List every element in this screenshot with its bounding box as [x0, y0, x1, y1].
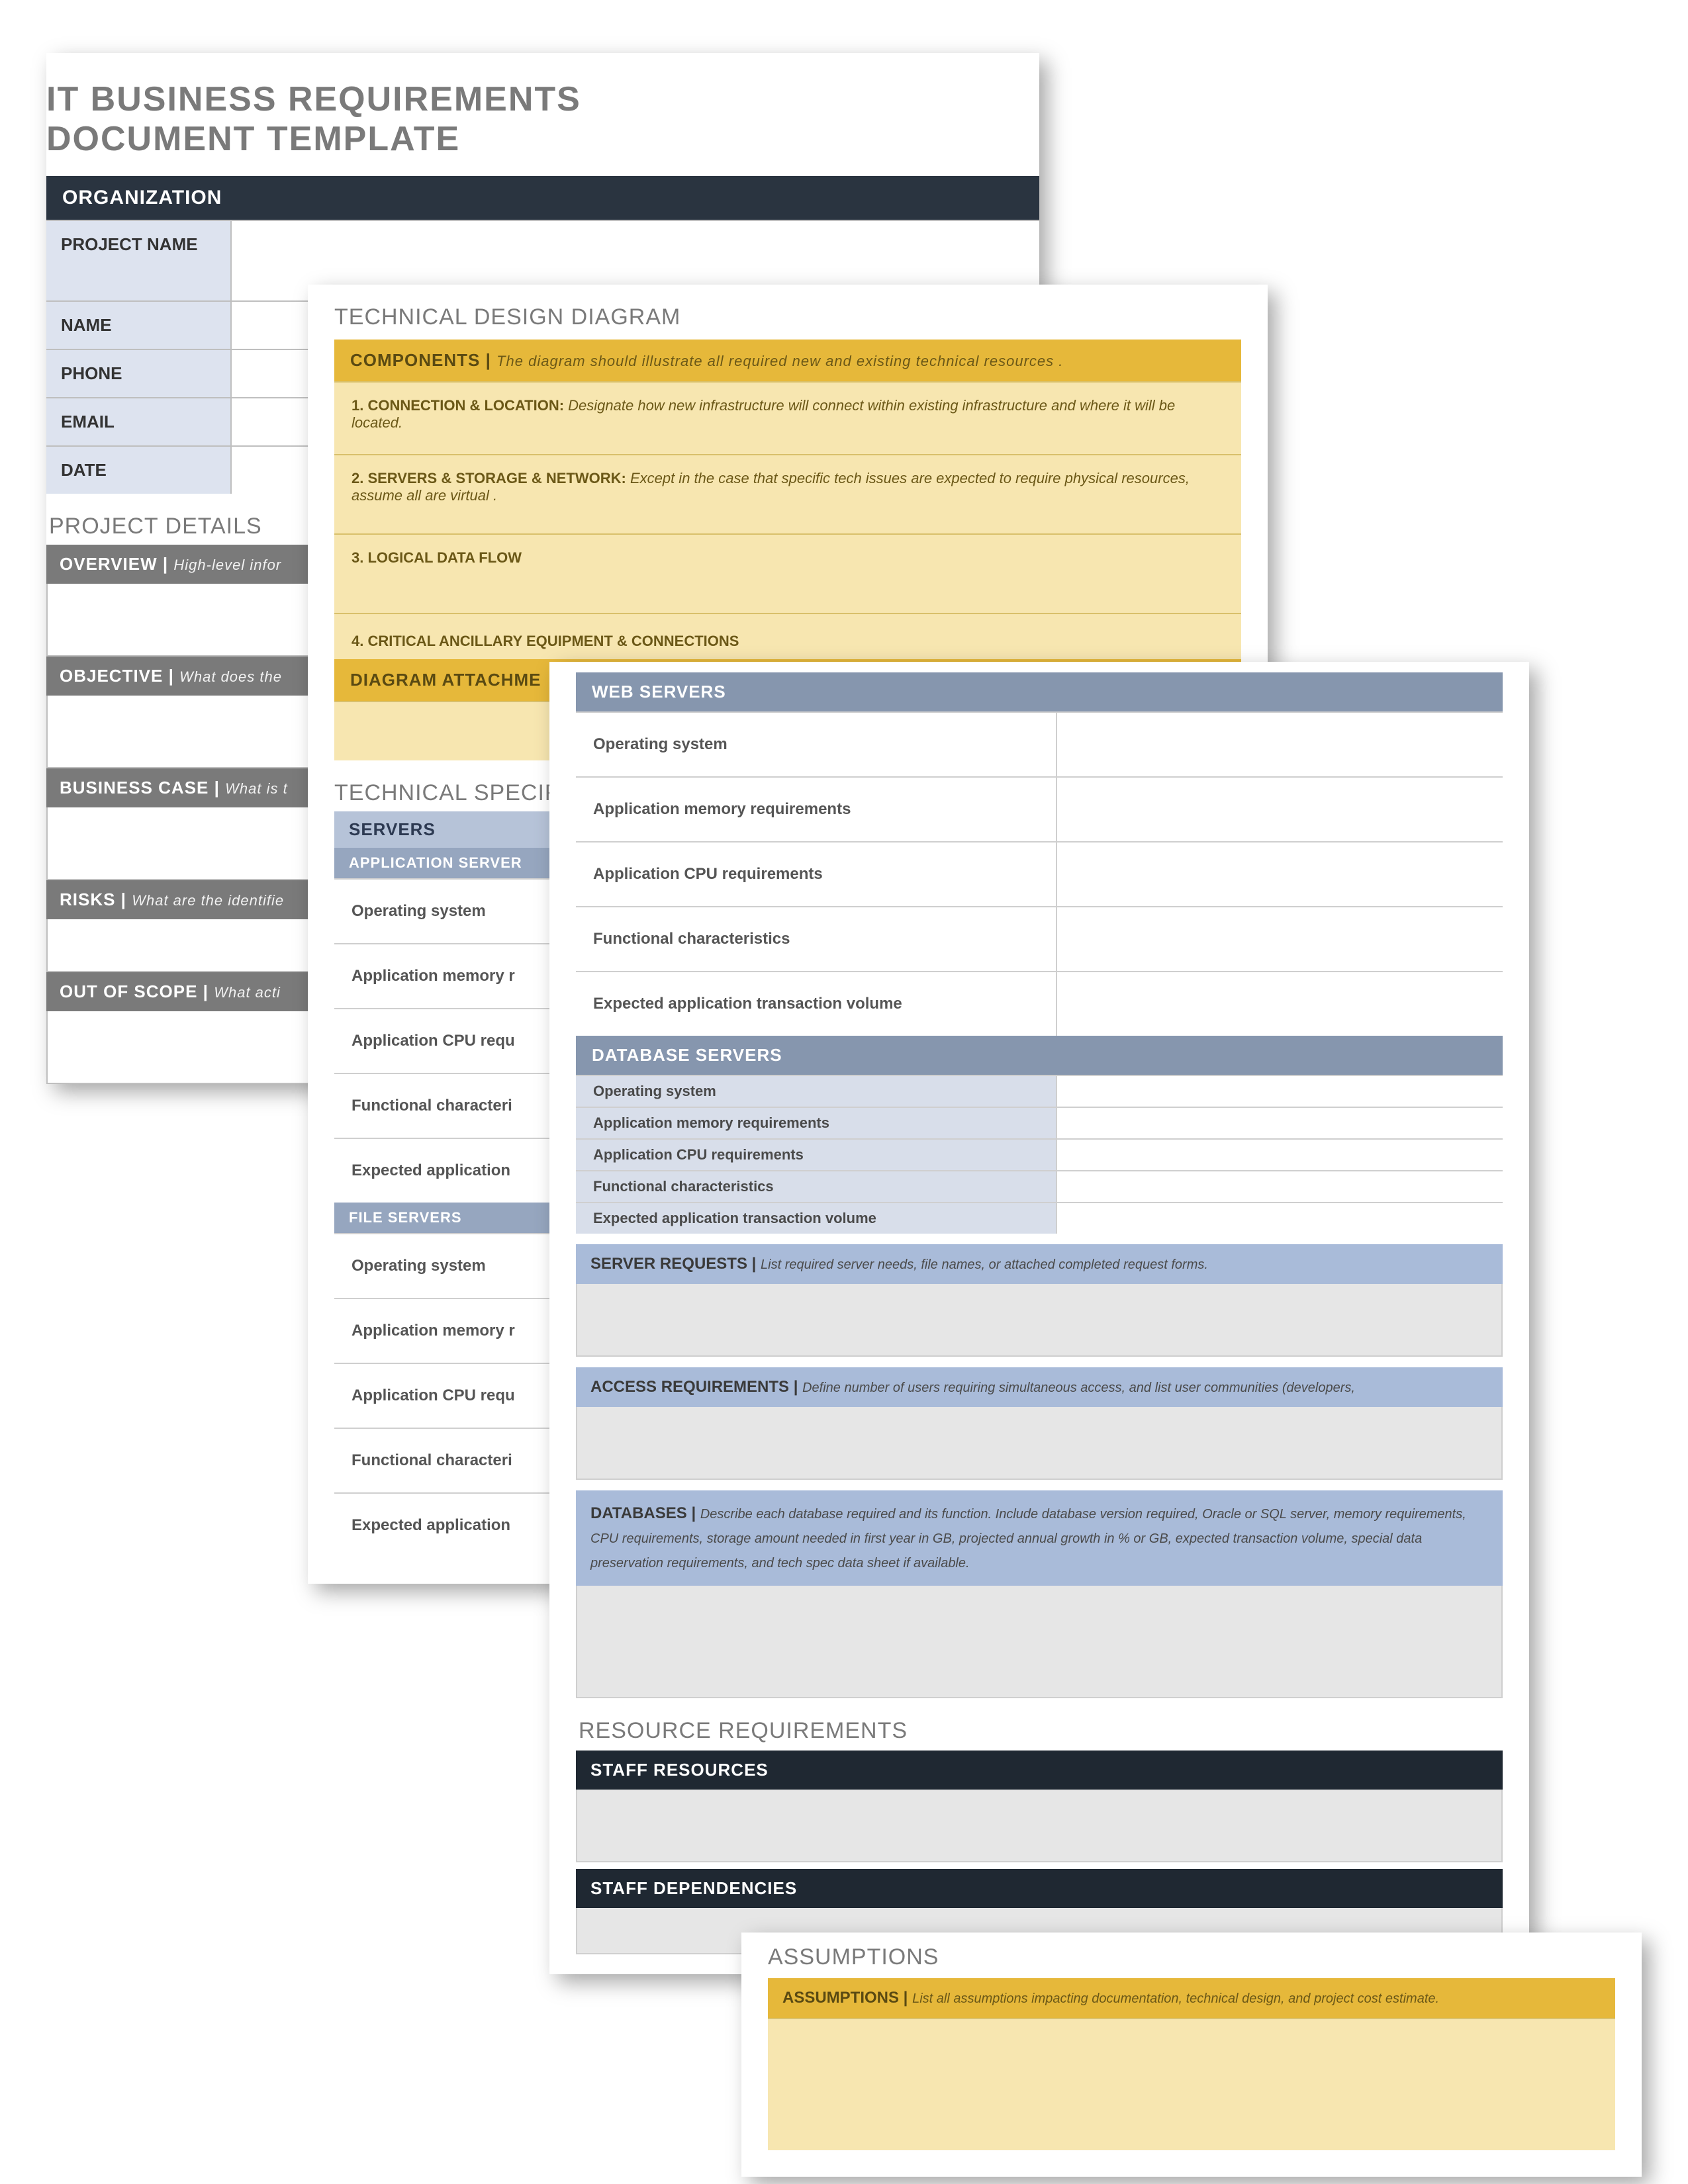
- overview-label: OVERVIEW |: [60, 554, 168, 574]
- ws-label-vol: Expected application transaction volume: [576, 972, 1057, 1036]
- bar-access-req: ACCESS REQUIREMENTS | Define number of u…: [576, 1367, 1503, 1407]
- db-label-mem: Application memory requirements: [576, 1108, 1057, 1138]
- components-hint: The diagram should illustrate all requir…: [496, 353, 1063, 369]
- assumptions-label: ASSUMPTIONS |: [782, 1989, 908, 2007]
- db-row-vol: Expected application transaction volume: [576, 1202, 1503, 1234]
- assumptions-header: ASSUMPTIONS: [741, 1944, 1642, 1978]
- area-staff-resources[interactable]: [576, 1790, 1503, 1862]
- db-label-os: Operating system: [576, 1076, 1057, 1107]
- db-value-os[interactable]: [1057, 1076, 1503, 1107]
- ws-value-func[interactable]: [1057, 907, 1503, 971]
- bar-staff-resources: STAFF RESOURCES: [576, 1751, 1503, 1790]
- db-label-func: Functional characteristics: [576, 1171, 1057, 1202]
- area-databases[interactable]: [576, 1586, 1503, 1698]
- title-line-1: IT BUSINESS REQUIREMENTS: [46, 79, 1039, 119]
- label-name: NAME: [46, 302, 232, 349]
- databases-label: DATABASES |: [590, 1504, 696, 1522]
- oos-hint: What acti: [214, 984, 281, 1001]
- area-server-requests[interactable]: [576, 1284, 1503, 1357]
- area-access-req[interactable]: [576, 1407, 1503, 1480]
- server-requests-hint: List required server needs, file names, …: [761, 1257, 1208, 1272]
- tdd-item1-label: 1. CONNECTION & LOCATION:: [352, 397, 564, 414]
- ws-label-mem: Application memory requirements: [576, 778, 1057, 841]
- db-label-cpu: Application CPU requirements: [576, 1140, 1057, 1170]
- db-value-func[interactable]: [1057, 1171, 1503, 1202]
- tdd-item-3: 3. LOGICAL DATA FLOW: [334, 533, 1241, 613]
- access-req-label: ACCESS REQUIREMENTS |: [590, 1378, 798, 1396]
- label-project-name: PROJECT NAME: [46, 221, 232, 300]
- ws-label-cpu: Application CPU requirements: [576, 842, 1057, 906]
- label-date: DATE: [46, 447, 232, 494]
- tdd-header: TECHNICAL DESIGN DIAGRAM: [308, 304, 1268, 340]
- ws-value-os[interactable]: [1057, 713, 1503, 776]
- bar-databases: DATABASES | Describe each database requi…: [576, 1490, 1503, 1586]
- doc-title: IT BUSINESS REQUIREMENTS DOCUMENT TEMPLA…: [46, 53, 1039, 176]
- assumptions-hint: List all assumptions impacting documenta…: [912, 1991, 1439, 2006]
- business-case-label: BUSINESS CASE |: [60, 778, 220, 797]
- components-label: COMPONENTS |: [350, 350, 491, 370]
- ws-row-vol: Expected application transaction volume: [576, 971, 1503, 1036]
- access-req-hint: Define number of users requiring simulta…: [802, 1381, 1355, 1395]
- tdd-item3-label: 3. LOGICAL DATA FLOW: [352, 549, 522, 566]
- db-row-func: Functional characteristics: [576, 1170, 1503, 1202]
- objective-label: OBJECTIVE |: [60, 666, 174, 686]
- ws-value-mem[interactable]: [1057, 778, 1503, 841]
- resource-req-header: RESOURCE REQUIREMENTS: [549, 1698, 1529, 1751]
- db-value-cpu[interactable]: [1057, 1140, 1503, 1170]
- objective-hint: What does the: [179, 668, 282, 685]
- db-row-os: Operating system: [576, 1075, 1503, 1107]
- db-value-mem[interactable]: [1057, 1108, 1503, 1138]
- tdd-item-1: 1. CONNECTION & LOCATION: Designate how …: [334, 381, 1241, 454]
- db-row-cpu: Application CPU requirements: [576, 1138, 1503, 1170]
- tdd-item-2: 2. SERVERS & STORAGE & NETWORK: Except i…: [334, 454, 1241, 533]
- databases-hint: Describe each database required and its …: [590, 1507, 1466, 1570]
- overview-hint: High-level infor: [173, 557, 281, 573]
- bar-staff-deps: STAFF DEPENDENCIES: [576, 1869, 1503, 1908]
- ws-value-cpu[interactable]: [1057, 842, 1503, 906]
- page-4: ASSUMPTIONS ASSUMPTIONS | List all assum…: [741, 1933, 1642, 2177]
- bar-db-servers: DATABASE SERVERS: [576, 1036, 1503, 1075]
- ws-row-cpu: Application CPU requirements: [576, 841, 1503, 906]
- db-label-vol: Expected application transaction volume: [576, 1203, 1057, 1234]
- ws-row-os: Operating system: [576, 711, 1503, 776]
- db-row-mem: Application memory requirements: [576, 1107, 1503, 1138]
- business-case-hint: What is t: [225, 780, 288, 797]
- area-assumptions[interactable]: [768, 2018, 1615, 2150]
- tdd-item4-label: 4. CRITICAL ANCILLARY EQUIPMENT & CONNEC…: [352, 633, 739, 649]
- db-value-vol[interactable]: [1057, 1203, 1503, 1234]
- organization-header: ORGANIZATION: [46, 176, 1039, 220]
- ws-label-os: Operating system: [576, 713, 1057, 776]
- bar-web-servers: WEB SERVERS: [576, 672, 1503, 711]
- oos-label: OUT OF SCOPE |: [60, 981, 209, 1001]
- label-phone: PHONE: [46, 350, 232, 397]
- page-3: WEB SERVERS Operating system Application…: [549, 662, 1529, 1974]
- risks-hint: What are the identifie: [132, 892, 284, 909]
- ws-row-func: Functional characteristics: [576, 906, 1503, 971]
- title-line-2: DOCUMENT TEMPLATE: [46, 119, 1039, 159]
- ws-row-mem: Application memory requirements: [576, 776, 1503, 841]
- ws-value-vol[interactable]: [1057, 972, 1503, 1036]
- diagram-attach-label: DIAGRAM ATTACHME: [350, 670, 541, 690]
- tdd-item2-label: 2. SERVERS & STORAGE & NETWORK:: [352, 470, 626, 486]
- risks-label: RISKS |: [60, 889, 126, 909]
- server-requests-label: SERVER REQUESTS |: [590, 1255, 756, 1273]
- label-email: EMAIL: [46, 398, 232, 445]
- bar-components: COMPONENTS | The diagram should illustra…: [334, 340, 1241, 381]
- tdd-item-4: 4. CRITICAL ANCILLARY EQUIPMENT & CONNEC…: [334, 613, 1241, 659]
- bar-assumptions: ASSUMPTIONS | List all assumptions impac…: [768, 1978, 1615, 2018]
- bar-server-requests: SERVER REQUESTS | List required server n…: [576, 1244, 1503, 1284]
- ws-label-func: Functional characteristics: [576, 907, 1057, 971]
